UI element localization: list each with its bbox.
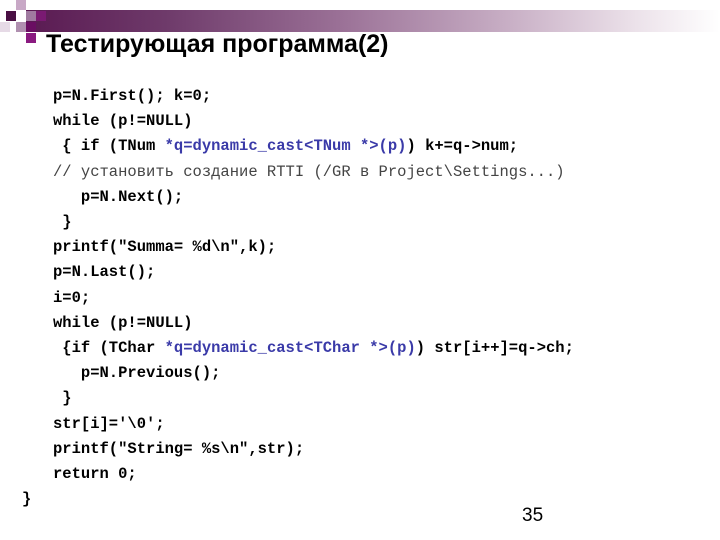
code-line: while (p!=NULL) bbox=[53, 110, 193, 132]
code-text: } bbox=[53, 213, 72, 231]
code-closing-brace: } bbox=[22, 490, 32, 509]
code-highlight: *q=dynamic_cast<TChar *>(p) bbox=[164, 339, 416, 357]
code-text: str[i]='\0'; bbox=[53, 414, 165, 433]
code-line: } bbox=[53, 387, 72, 409]
code-text: {if (TChar bbox=[53, 339, 165, 357]
page-number: 35 bbox=[522, 505, 544, 526]
code-text: while (p!=NULL) bbox=[53, 112, 193, 131]
code-line: { if (TNum *q=dynamic_cast<TNum *>(p)) k… bbox=[53, 135, 518, 157]
code-comment: // установить создание RTTI (/GR в Proje… bbox=[53, 162, 565, 181]
code-line: printf("String= %s\n",str); bbox=[53, 438, 304, 460]
code-line: i=0; bbox=[53, 287, 90, 309]
code-line: printf("Summa= %d\n",k); bbox=[53, 236, 276, 258]
code-text: ) k+=q->num; bbox=[406, 137, 519, 156]
decor-square bbox=[0, 22, 10, 32]
code-line: p=N.Next(); bbox=[53, 186, 183, 208]
code-text: p=N.First(); k=0; bbox=[53, 87, 212, 105]
code-line: str[i]='\0'; bbox=[53, 413, 165, 435]
code-text: printf("String= %s\n",str); bbox=[53, 439, 305, 458]
decor-square bbox=[16, 22, 26, 32]
title-gradient-band bbox=[26, 10, 720, 32]
code-text: p=N.Previous(); bbox=[53, 364, 221, 383]
decor-square bbox=[36, 11, 46, 21]
decor-square bbox=[16, 0, 26, 10]
slide-title: Тестирующая программа(2) bbox=[46, 30, 389, 58]
code-line: while (p!=NULL) bbox=[53, 312, 193, 334]
decor-square bbox=[26, 33, 36, 43]
code-text: return 0; bbox=[53, 465, 137, 483]
code-line: p=N.Previous(); bbox=[53, 362, 221, 384]
code-highlight: *q=dynamic_cast<TNum *>(p) bbox=[164, 137, 407, 156]
code-text: printf("Summa= %d\n",k); bbox=[53, 238, 277, 257]
decor-square bbox=[26, 11, 36, 21]
code-line: return 0; bbox=[53, 463, 137, 485]
code-line: p=N.Last(); bbox=[53, 261, 155, 283]
code-text: ) str[i++]=q->ch; bbox=[415, 339, 574, 357]
code-text: while (p!=NULL) bbox=[53, 313, 193, 332]
code-line: {if (TChar *q=dynamic_cast<TChar *>(p)) … bbox=[53, 337, 574, 359]
code-line: // установить создание RTTI (/GR в Proje… bbox=[53, 161, 565, 183]
decor-square bbox=[26, 22, 36, 32]
code-line: } bbox=[53, 211, 72, 233]
code-text: i=0; bbox=[53, 288, 91, 307]
code-line: p=N.First(); k=0; bbox=[53, 85, 211, 107]
code-text: p=N.Next(); bbox=[53, 187, 184, 206]
code-text: } bbox=[53, 389, 72, 408]
code-text: p=N.Last(); bbox=[53, 263, 156, 282]
code-text: { if (TNum bbox=[53, 137, 165, 156]
decor-square bbox=[6, 11, 16, 21]
